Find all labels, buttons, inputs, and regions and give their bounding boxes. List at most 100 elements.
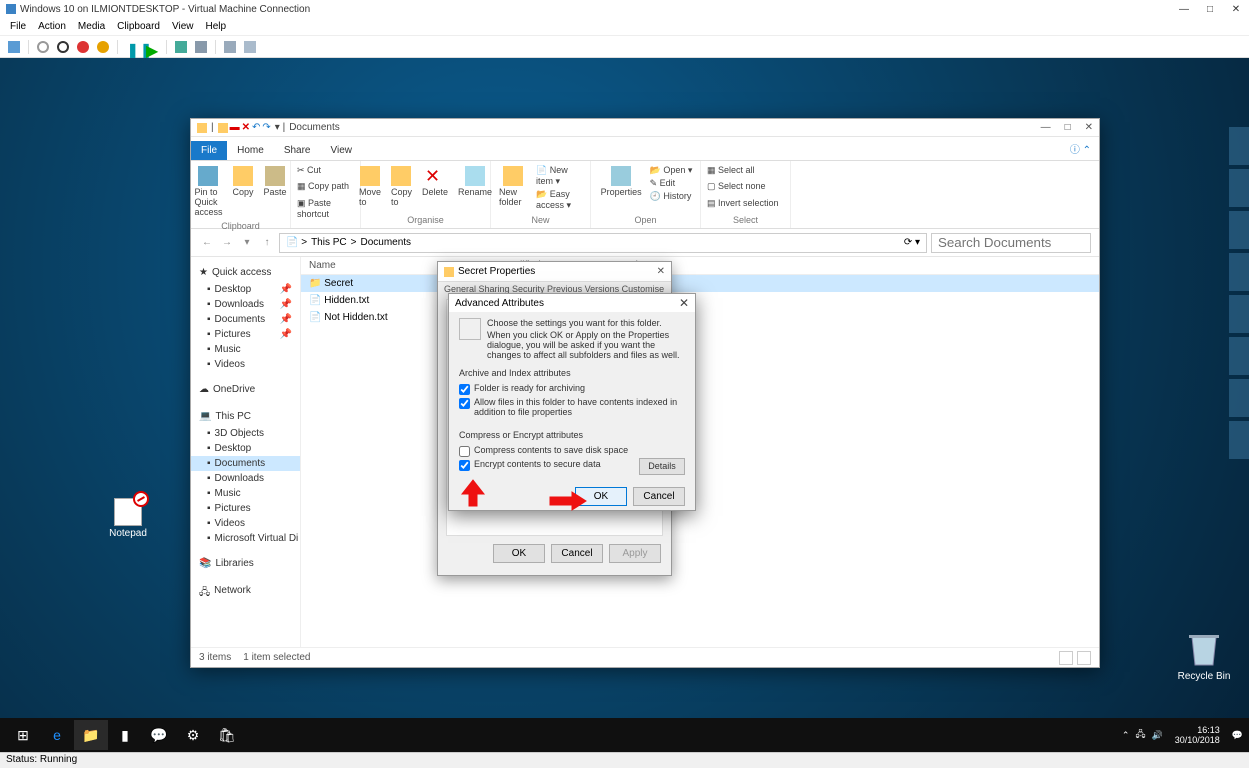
tray-icon[interactable]: ⌃ bbox=[1122, 730, 1130, 741]
explorer-minimize-button[interactable]: — bbox=[1041, 122, 1051, 133]
minimize-button[interactable]: — bbox=[1177, 4, 1191, 15]
select-none-button[interactable]: ▢ Select none bbox=[707, 180, 766, 193]
details-button[interactable]: Details bbox=[639, 458, 685, 475]
new-folder-button[interactable]: New folder bbox=[497, 164, 530, 209]
qat-icon[interactable] bbox=[218, 123, 228, 133]
tb-enhanced-icon[interactable] bbox=[224, 41, 236, 53]
tb-start-icon[interactable] bbox=[37, 41, 49, 53]
cut-button[interactable]: ✂ Cut bbox=[297, 164, 321, 177]
delete-button[interactable]: ✕Delete bbox=[420, 164, 450, 199]
tb-ctrl-alt-del-icon[interactable] bbox=[8, 41, 20, 53]
taskbar-clock[interactable]: 16:13 30/10/2018 bbox=[1175, 725, 1220, 745]
start-button[interactable]: ⊞ bbox=[6, 720, 40, 750]
nav-downloads[interactable]: ▪ Downloads📌 bbox=[191, 297, 300, 312]
nav-network[interactable]: 🖧 Network bbox=[191, 581, 300, 606]
adv-cancel-button[interactable]: Cancel bbox=[633, 487, 685, 506]
action-center-icon[interactable]: 💬 bbox=[1232, 730, 1243, 741]
up-button[interactable]: ↑ bbox=[259, 237, 275, 248]
maximize-button[interactable]: □ bbox=[1203, 4, 1217, 15]
adv-ok-button[interactable]: OK bbox=[575, 487, 627, 506]
nav-pc-music[interactable]: ▪ Music bbox=[191, 486, 300, 501]
nav-pc-vdisk[interactable]: ▪ Microsoft Virtual Di bbox=[191, 531, 300, 546]
address-bar[interactable]: 📄 > This PC> Documents ⟳ ▾ bbox=[279, 233, 927, 253]
paste-shortcut-button[interactable]: ▣ Paste shortcut bbox=[297, 197, 354, 220]
select-all-button[interactable]: ▦ Select all bbox=[707, 164, 755, 177]
nav-3d[interactable]: ▪ 3D Objects bbox=[191, 426, 300, 441]
nav-pc-documents[interactable]: ▪ Documents bbox=[191, 456, 300, 471]
properties-apply-button[interactable]: Apply bbox=[609, 544, 661, 563]
properties-cancel-button[interactable]: Cancel bbox=[551, 544, 603, 563]
tab-file[interactable]: File bbox=[191, 141, 227, 160]
edit-button[interactable]: ✎ Edit bbox=[650, 177, 693, 190]
nav-videos[interactable]: ▪ Videos bbox=[191, 357, 300, 372]
icons-view-icon[interactable] bbox=[1077, 651, 1091, 665]
menu-help[interactable]: Help bbox=[205, 21, 226, 32]
desktop-icon-recycle-bin[interactable]: Recycle Bin bbox=[1174, 629, 1234, 682]
tb-reset-icon[interactable]: ▶ bbox=[146, 41, 158, 53]
network-icon[interactable]: 🖧 bbox=[1135, 727, 1145, 743]
mail-icon[interactable]: 💬 bbox=[142, 720, 176, 750]
tab-home[interactable]: Home bbox=[227, 141, 274, 160]
forward-button[interactable]: → bbox=[219, 237, 235, 248]
nav-pc-desktop[interactable]: ▪ Desktop bbox=[191, 441, 300, 456]
desktop-icon-notepad[interactable]: Notepad bbox=[98, 498, 158, 539]
nav-onedrive[interactable]: ☁ OneDrive bbox=[191, 380, 300, 399]
nav-documents[interactable]: ▪ Documents📌 bbox=[191, 312, 300, 327]
nav-desktop[interactable]: ▪ Desktop📌 bbox=[191, 282, 300, 297]
menu-view[interactable]: View bbox=[172, 21, 194, 32]
index-checkbox[interactable]: Allow files in this folder to have conte… bbox=[459, 396, 685, 418]
tb-turnoff-icon[interactable] bbox=[57, 41, 69, 53]
menu-file[interactable]: File bbox=[10, 21, 26, 32]
history-button[interactable]: 🕘 History bbox=[650, 190, 693, 203]
taskbar[interactable]: ⊞ e 📁 ▮ 💬 ⚙ 🛍 ⌃ 🖧 🔊 16:13 30/10/2018 💬 bbox=[0, 718, 1249, 752]
pin-quick-access-button[interactable]: Pin to Quick access bbox=[192, 164, 224, 219]
details-view-icon[interactable] bbox=[1059, 651, 1073, 665]
tb-revert-icon[interactable] bbox=[195, 41, 207, 53]
properties-close-button[interactable]: ✕ bbox=[657, 266, 665, 277]
new-item-button[interactable]: 📄 New item ▾ bbox=[536, 164, 584, 188]
nav-pictures[interactable]: ▪ Pictures📌 bbox=[191, 327, 300, 342]
paste-button[interactable]: Paste bbox=[262, 164, 289, 199]
file-row-secret[interactable]: 📁 Secret bbox=[301, 275, 1099, 292]
explorer-maximize-button[interactable]: □ bbox=[1065, 122, 1071, 133]
recent-button[interactable]: ▾ bbox=[239, 237, 255, 248]
tb-share-icon[interactable] bbox=[244, 41, 256, 53]
settings-icon[interactable]: ⚙ bbox=[176, 720, 210, 750]
nav-pc-videos[interactable]: ▪ Videos bbox=[191, 516, 300, 531]
explorer-titlebar[interactable]: | ▬ ✕ ↶ ↷ ▾ | Documents — □ ✕ bbox=[191, 119, 1099, 137]
back-button[interactable]: ← bbox=[199, 237, 215, 248]
properties-button[interactable]: Properties bbox=[599, 164, 644, 199]
easy-access-button[interactable]: 📂 Easy access ▾ bbox=[536, 188, 584, 212]
copy-to-button[interactable]: Copy to bbox=[389, 164, 414, 209]
file-list[interactable]: Name Date modified Type Size 📁 Secret 📄 … bbox=[301, 257, 1099, 647]
nav-pc-pictures[interactable]: ▪ Pictures bbox=[191, 501, 300, 516]
nav-this-pc[interactable]: 💻 This PC bbox=[191, 407, 300, 426]
adv-close-button[interactable]: ✕ bbox=[679, 296, 689, 310]
tab-view[interactable]: View bbox=[321, 141, 363, 160]
tb-save-icon[interactable] bbox=[97, 41, 109, 53]
archive-checkbox[interactable]: Folder is ready for archiving bbox=[459, 382, 685, 396]
encrypt-checkbox[interactable]: Encrypt contents to secure data bbox=[459, 458, 639, 472]
move-to-button[interactable]: Move to bbox=[357, 164, 383, 209]
ribbon-toggle-icon[interactable]: ⓘ ⌃ bbox=[1062, 137, 1099, 160]
nav-music[interactable]: ▪ Music bbox=[191, 342, 300, 357]
copy-button[interactable]: Copy bbox=[230, 164, 255, 199]
compress-checkbox[interactable]: Compress contents to save disk space bbox=[459, 444, 685, 458]
invert-selection-button[interactable]: ▤ Invert selection bbox=[707, 197, 779, 210]
volume-icon[interactable]: 🔊 bbox=[1152, 730, 1163, 741]
navigation-pane[interactable]: ★ Quick access ▪ Desktop📌 ▪ Downloads📌 ▪… bbox=[191, 257, 301, 647]
store-icon[interactable]: 🛍 bbox=[210, 720, 244, 750]
open-button[interactable]: 📂 Open ▾ bbox=[650, 164, 693, 177]
search-input[interactable] bbox=[931, 233, 1091, 253]
edge-icon[interactable]: e bbox=[40, 720, 74, 750]
menu-clipboard[interactable]: Clipboard bbox=[117, 21, 160, 32]
tab-share[interactable]: Share bbox=[274, 141, 321, 160]
rename-button[interactable]: Rename bbox=[456, 164, 494, 199]
file-row-nothidden[interactable]: 📄 Not Hidden.txt bbox=[301, 309, 1099, 326]
explorer-taskbar-icon[interactable]: 📁 bbox=[74, 720, 108, 750]
properties-ok-button[interactable]: OK bbox=[493, 544, 545, 563]
nav-quick-access[interactable]: ★ Quick access bbox=[191, 263, 300, 282]
menu-media[interactable]: Media bbox=[78, 21, 105, 32]
nav-libraries[interactable]: 📚 Libraries bbox=[191, 554, 300, 573]
explorer-close-button[interactable]: ✕ bbox=[1085, 122, 1093, 133]
